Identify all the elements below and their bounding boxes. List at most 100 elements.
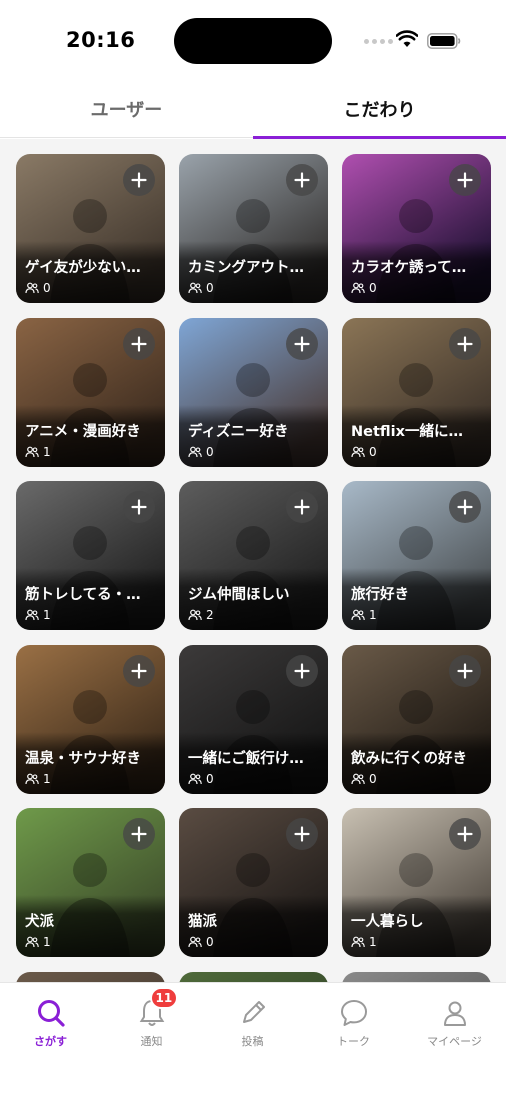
people-icon <box>188 773 202 785</box>
member-count: 1 <box>25 445 51 459</box>
kodawari-card[interactable]: 一人暮らし 1 <box>342 808 491 957</box>
kodawari-card[interactable]: 猫派 0 <box>179 808 328 957</box>
kodawari-card[interactable]: アニメ・漫画好き 1 <box>16 318 165 467</box>
people-icon <box>25 282 39 294</box>
kodawari-card[interactable]: カミングアウト… 0 <box>179 154 328 303</box>
people-icon <box>351 773 365 785</box>
member-count: 0 <box>351 281 377 295</box>
chat-bubble-icon <box>338 997 370 1029</box>
member-count-value: 0 <box>206 935 214 949</box>
add-icon[interactable] <box>286 328 318 360</box>
people-icon <box>25 773 39 785</box>
card-title: 旅行好き <box>351 587 409 603</box>
add-icon[interactable] <box>449 328 481 360</box>
card-title: ディズニー好き <box>188 424 289 440</box>
card-photo <box>342 972 491 982</box>
card-photo <box>16 972 165 982</box>
member-count: 0 <box>188 281 214 295</box>
member-count-value: 0 <box>206 281 214 295</box>
card-title: 一緒にご飯行け… <box>188 751 304 767</box>
signal-icon <box>364 39 393 44</box>
member-count: 2 <box>188 608 214 622</box>
search-icon <box>35 997 67 1029</box>
bottom-nav: さがす 11 通知 投稿 トーク マイページ <box>0 982 506 1100</box>
kodawari-card[interactable] <box>342 972 491 982</box>
member-count: 0 <box>351 445 377 459</box>
add-icon[interactable] <box>449 491 481 523</box>
tab-kodawari[interactable]: こだわり <box>253 80 506 138</box>
add-icon[interactable] <box>286 164 318 196</box>
kodawari-card[interactable]: 温泉・サウナ好き 1 <box>16 645 165 794</box>
kodawari-card[interactable]: 一緒にご飯行け… 0 <box>179 645 328 794</box>
nav-mypage[interactable]: マイページ <box>404 997 505 1057</box>
people-icon <box>188 282 202 294</box>
dynamic-island <box>174 18 332 64</box>
person-icon <box>439 997 471 1029</box>
kodawari-grid: ゲイ友が少ない… 0 カミングアウト… 0 カラオケ誘って… 0 アニメ・漫画好き 1 ディズニ… <box>0 139 506 982</box>
add-icon[interactable] <box>123 164 155 196</box>
add-icon[interactable] <box>123 655 155 687</box>
member-count-value: 0 <box>43 281 51 295</box>
kodawari-card[interactable]: ディズニー好き 0 <box>179 318 328 467</box>
people-icon <box>188 609 202 621</box>
add-icon[interactable] <box>286 655 318 687</box>
nav-talk[interactable]: トーク <box>303 997 404 1057</box>
kodawari-card[interactable]: 飲みに行くの好き 0 <box>342 645 491 794</box>
status-time: 20:16 <box>66 28 136 52</box>
add-icon[interactable] <box>123 328 155 360</box>
kodawari-card[interactable] <box>16 972 165 982</box>
member-count: 0 <box>188 935 214 949</box>
add-icon[interactable] <box>286 491 318 523</box>
add-icon[interactable] <box>286 818 318 850</box>
people-icon <box>351 936 365 948</box>
nav-search[interactable]: さがす <box>0 997 101 1057</box>
tab-bar: ユーザー こだわり <box>0 80 506 139</box>
people-icon <box>25 446 39 458</box>
add-icon[interactable] <box>123 491 155 523</box>
kodawari-card[interactable] <box>179 972 328 982</box>
add-icon[interactable] <box>449 164 481 196</box>
card-title: 一人暮らし <box>351 914 424 930</box>
card-title: 温泉・サウナ好き <box>25 751 141 767</box>
member-count-value: 1 <box>43 445 51 459</box>
member-count-value: 0 <box>206 445 214 459</box>
people-icon <box>351 282 365 294</box>
card-title: 飲みに行くの好き <box>351 751 467 767</box>
kodawari-card[interactable]: Netflix一緒に… 0 <box>342 318 491 467</box>
member-count: 1 <box>351 608 377 622</box>
card-title: 筋トレしてる・… <box>25 587 141 603</box>
member-count-value: 0 <box>369 772 377 786</box>
tab-users[interactable]: ユーザー <box>0 80 253 138</box>
member-count: 1 <box>25 608 51 622</box>
kodawari-card[interactable]: 筋トレしてる・… 1 <box>16 481 165 630</box>
member-count: 0 <box>188 772 214 786</box>
add-icon[interactable] <box>449 818 481 850</box>
card-title: ゲイ友が少ない… <box>25 260 141 276</box>
member-count: 1 <box>25 935 51 949</box>
add-icon[interactable] <box>123 818 155 850</box>
nav-mypage-label: マイページ <box>427 1035 482 1048</box>
status-bar: 20:16 <box>0 0 506 80</box>
member-count-value: 1 <box>369 608 377 622</box>
card-title: ジム仲間ほしい <box>188 587 290 603</box>
kodawari-card[interactable]: カラオケ誘って… 0 <box>342 154 491 303</box>
card-title: アニメ・漫画好き <box>25 424 141 440</box>
kodawari-card[interactable]: ジム仲間ほしい 2 <box>179 481 328 630</box>
kodawari-card[interactable]: ゲイ友が少ない… 0 <box>16 154 165 303</box>
kodawari-card[interactable]: 犬派 1 <box>16 808 165 957</box>
member-count-value: 2 <box>206 608 214 622</box>
card-title: 犬派 <box>25 914 54 930</box>
nav-talk-label: トーク <box>337 1035 370 1048</box>
member-count: 0 <box>25 281 51 295</box>
kodawari-card[interactable]: 旅行好き 1 <box>342 481 491 630</box>
nav-notifications[interactable]: 11 通知 <box>101 987 202 1057</box>
member-count: 0 <box>351 772 377 786</box>
card-title: カミングアウト… <box>188 260 304 276</box>
member-count: 1 <box>25 772 51 786</box>
nav-post[interactable]: 投稿 <box>202 997 303 1057</box>
card-title: Netflix一緒に… <box>351 424 463 440</box>
add-icon[interactable] <box>449 655 481 687</box>
notification-badge: 11 <box>149 987 179 1009</box>
pencil-icon <box>237 997 269 1029</box>
nav-notifications-label: 通知 <box>140 1035 163 1048</box>
